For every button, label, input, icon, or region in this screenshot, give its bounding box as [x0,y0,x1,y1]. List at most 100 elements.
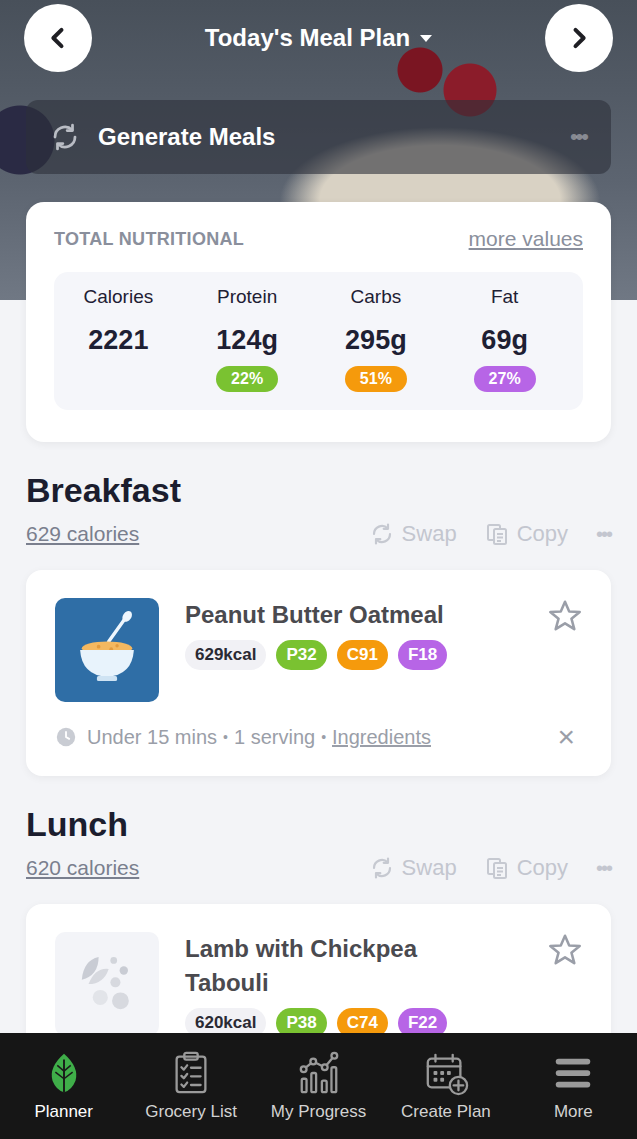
meal-action-button[interactable]: Copy [485,521,568,547]
meal-action-label: Swap [402,855,457,881]
calendar-plus-icon [423,1050,469,1096]
meal-title: Peanut Butter Oatmeal [185,598,495,632]
meal-section: Lunch 620 calories Swap Copy ••• Lamb with Ch… [0,804,637,1062]
oatmeal-bowl-icon [65,608,149,692]
caret-down-icon [420,35,432,42]
nav-item[interactable]: My Progress [255,1050,382,1122]
nav-label: Planner [34,1102,93,1122]
meta-separator: • [321,729,326,745]
meal-card-top: Lamb with Chickpea Tabouli620kcalP38C74F… [55,932,583,1038]
meal-subheader: 620 calories Swap Copy ••• [26,854,611,882]
plan-title: Today's Meal Plan [205,24,410,52]
copy-icon [485,856,509,880]
macro-tag: F18 [398,640,447,670]
meal-meta: Under 15 mins • 1 serving • Ingredients × [55,722,583,752]
meal-card-body: Lamb with Chickpea Tabouli620kcalP38C74F… [185,932,539,1038]
meal-calories-link[interactable]: 620 calories [26,856,139,880]
star-icon [547,932,583,968]
nav-label: Create Plan [401,1102,491,1122]
top-bar: Today's Meal Plan [0,4,637,72]
star-icon [547,598,583,634]
meta-separator: • [223,729,228,745]
meal-menu-button[interactable]: ••• [596,857,611,880]
generate-meals-button[interactable]: Generate Meals••• [26,100,611,174]
meal-action-button[interactable]: Swap [370,855,457,881]
stat-value: 69g [481,324,528,356]
stat-value: 2221 [88,324,148,356]
meal-actions: Swap Copy ••• [370,521,611,547]
meal-meta-text: 1 serving [234,726,315,749]
meal-action-label: Copy [517,521,568,547]
progress-chart-icon [296,1050,342,1096]
leaf-icon [41,1050,87,1096]
nav-item[interactable]: Planner [0,1050,127,1122]
macro-tag: P32 [276,640,326,670]
ingredients-link[interactable]: Ingredients [332,726,431,749]
content: Today's Meal PlanGenerate Meals•••TOTAL … [0,0,637,1062]
favorite-button[interactable] [547,598,583,634]
meal-action-button[interactable]: Swap [370,521,457,547]
nutrition-stats: Calories 2221 Protein 124g 22% Carbs 295g 51% Fa… [54,272,583,410]
meal-action-label: Swap [402,521,457,547]
forward-button[interactable] [545,4,613,72]
stat-percent-badge: 27% [474,366,536,392]
stat-label: Calories [84,284,154,310]
stat-percent-badge: 22% [216,366,278,392]
nav-label: My Progress [271,1102,366,1122]
meal-meta-info: Under 15 mins • 1 serving • Ingredients [55,726,431,749]
bottom-nav: Planner Grocery List My Progress Create Pla… [0,1033,637,1139]
nutrition-header: TOTAL NUTRITIONAL more values [54,226,583,252]
nutrition-stat: Protein 124g 22% [183,284,312,392]
swap-icon [370,522,394,546]
nutrition-stat: Fat69g27% [440,284,569,392]
meal-heading: Breakfast [26,470,611,510]
meal-meta-text: Under 15 mins [87,726,217,749]
generate-meals-label: Generate Meals [98,123,570,151]
stat-percent-badge: 51% [345,366,407,392]
meal-menu-button[interactable]: ••• [596,523,611,546]
macro-tags: 629kcal P32 C91 F18 [185,640,539,670]
nav-item[interactable]: Create Plan [382,1050,509,1122]
nutrition-stat: Carbs 295g 51% [312,284,441,392]
macro-tag: 629kcal [185,640,266,670]
macro-tag: C91 [337,640,388,670]
refresh-icon [50,122,80,152]
chevron-right-icon [565,24,593,52]
remove-meal-button[interactable]: × [549,722,583,752]
meal-title: Lamb with Chickpea Tabouli [185,932,495,1000]
placeholder-food-icon [65,942,149,1026]
stat-label: Carbs [351,284,402,310]
meal-thumbnail [55,932,159,1036]
stat-label: Protein [217,284,277,310]
more-values-link[interactable]: more values [469,227,583,251]
generate-menu[interactable]: ••• [570,124,587,150]
meal-thumbnail [55,598,159,702]
meal-card-top: Peanut Butter Oatmeal 629kcal P32 C91 F18 [55,598,583,702]
nutrition-stat: Calories 2221 [54,284,183,392]
stat-value: 295g [345,324,407,356]
clock-icon [55,726,77,748]
meal-section: Breakfast 629 calories Swap Copy ••• Peanut B… [0,470,637,776]
hamburger-menu-icon [550,1050,596,1096]
meal-action-button[interactable]: Copy [485,855,568,881]
checklist-icon [168,1050,214,1096]
nutrition-title: TOTAL NUTRITIONAL [54,229,244,250]
meal-heading: Lunch [26,804,611,844]
nav-item[interactable]: More [510,1050,637,1122]
meal-action-label: Copy [517,855,568,881]
stat-value: 124g [216,324,278,356]
chevron-left-icon [44,24,72,52]
copy-icon [485,522,509,546]
nav-item[interactable]: Grocery List [127,1050,254,1122]
meal-plan-screen: Today's Meal PlanGenerate Meals•••TOTAL … [0,0,637,1139]
plan-title-dropdown[interactable]: Today's Meal Plan [205,24,432,52]
meal-actions: Swap Copy ••• [370,855,611,881]
meal-calories-link[interactable]: 629 calories [26,522,139,546]
back-button[interactable] [24,4,92,72]
swap-icon [370,856,394,880]
nutrition-card: TOTAL NUTRITIONAL more values Calories 2221… [26,202,611,442]
meal-card-body: Peanut Butter Oatmeal 629kcal P32 C91 F18 [185,598,539,670]
meal-card[interactable]: Peanut Butter Oatmeal 629kcal P32 C91 F18 Und… [26,570,611,776]
favorite-button[interactable] [547,932,583,968]
nav-label: Grocery List [145,1102,237,1122]
